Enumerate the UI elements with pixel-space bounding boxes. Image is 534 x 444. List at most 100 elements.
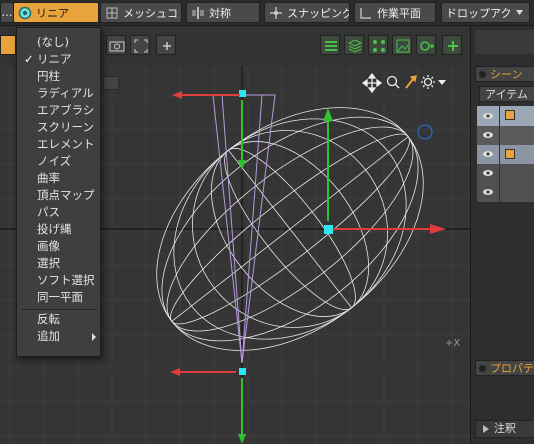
snapping-label: スナッピング <box>287 6 350 20</box>
expand-arrow-icon <box>483 425 489 433</box>
falloff-start-handle <box>239 90 246 97</box>
menu-item-add[interactable]: 追加 <box>17 328 100 345</box>
mesh-icon <box>105 6 119 20</box>
menu-item-label: パス <box>37 205 60 219</box>
view-layer-icon[interactable] <box>103 76 119 90</box>
falloff-icon <box>18 6 32 20</box>
falloff-linear-button[interactable]: リニア <box>13 2 99 23</box>
drop-action-dropdown[interactable]: ドロップアク <box>441 2 530 23</box>
toolbar-overflow-button[interactable]: … <box>0 2 14 23</box>
move-view-icon <box>361 72 383 94</box>
add-icon[interactable] <box>156 35 176 55</box>
list-icon[interactable] <box>320 35 340 55</box>
submenu-arrow-icon <box>92 333 96 341</box>
mesh-item-icon <box>505 149 515 159</box>
selection-mode-button[interactable] <box>0 35 16 55</box>
frame-icon[interactable] <box>130 35 150 55</box>
menu-item-airbrush[interactable]: エアブラシ <box>17 102 100 119</box>
mesh-label: メッシュコ <box>123 6 178 20</box>
symmetry-button[interactable]: 対称 <box>186 2 260 23</box>
menu-item-label: 同一平面 <box>37 290 83 304</box>
menu-item-linear[interactable]: ✓ リニア <box>17 51 100 68</box>
menu-item-coplanar[interactable]: 同一平面 <box>17 289 100 306</box>
add-layout-icon[interactable] <box>442 35 462 55</box>
menu-item-label: エレメント <box>37 137 95 151</box>
tab-properties-label: プロパテ <box>490 362 534 375</box>
layers-icon[interactable] <box>344 35 364 55</box>
menu-item-screen[interactable]: スクリーン <box>17 119 100 136</box>
menu-item-lasso[interactable]: 投げ縄 <box>17 221 100 238</box>
camera-icon[interactable] <box>106 35 126 55</box>
workplane-label: 作業平面 <box>377 6 421 20</box>
center-handle <box>324 225 333 234</box>
falloff-end-handle <box>239 368 246 375</box>
menu-item-selection[interactable]: 選択 <box>17 255 100 272</box>
axis-x-label: +X <box>445 338 460 349</box>
menu-item-label: ラディアル <box>37 86 94 100</box>
tab-scene-label: シーン <box>490 68 523 81</box>
snapping-button[interactable]: スナッピング <box>264 2 350 23</box>
workplane-icon <box>359 6 373 20</box>
menu-item-label: (なし) <box>37 35 69 49</box>
zoom-view-icon <box>386 75 400 89</box>
mesh-constraint-button[interactable]: メッシュコ <box>100 2 182 23</box>
gear-icon <box>421 75 435 89</box>
image-icon[interactable] <box>392 35 412 55</box>
menu-item-radial[interactable]: ラディアル <box>17 85 100 102</box>
column-divider <box>499 106 500 202</box>
tab-items-label: アイテム <box>485 88 528 101</box>
menu-item-label: エアブラシ <box>37 103 95 117</box>
menu-item-label: 反転 <box>37 312 60 326</box>
symmetry-icon <box>191 6 205 20</box>
snapping-icon <box>269 6 283 20</box>
menu-item-label: 投げ縄 <box>37 222 72 236</box>
rotation-gizmo <box>417 124 433 140</box>
tab-properties[interactable]: プロパテ <box>475 360 534 376</box>
menu-item-none[interactable]: (なし) <box>17 34 100 51</box>
menu-item-invert[interactable]: 反転 <box>17 311 100 328</box>
viewport-nav-icons <box>361 72 446 94</box>
item-list <box>477 106 534 202</box>
drop-action-label: ドロップアク <box>446 6 512 20</box>
tab-scene[interactable]: シーン <box>475 66 534 82</box>
menu-item-label: リニア <box>37 52 72 66</box>
menu-item-label: 頂点マップ <box>37 188 95 202</box>
menu-item-label: ソフト選択 <box>37 273 95 287</box>
chevron-down-icon <box>438 80 446 85</box>
notes-label: 注釈 <box>494 422 516 435</box>
menu-item-label: 画像 <box>37 239 60 253</box>
wireframe-ellipsoid <box>156 107 424 351</box>
menu-item-label: 追加 <box>37 329 60 343</box>
rotate-view-icon <box>405 75 417 89</box>
symmetry-label: 対称 <box>209 6 231 20</box>
chevron-down-icon <box>515 8 524 17</box>
visibility-eye-icons[interactable] <box>481 110 495 200</box>
panel-spacer <box>475 30 534 54</box>
overflow-dots: … <box>1 6 13 19</box>
top-toolbar: … リニア メッシュコ 対称 スナッピング 作業平面 ドロップアク <box>0 0 534 26</box>
right-panel: シーン アイテム プロパテ 注釈 <box>470 26 534 444</box>
falloff-linear-label: リニア <box>36 6 69 20</box>
menu-item-cylinder[interactable]: 円柱 <box>17 68 100 85</box>
notes-section[interactable]: 注釈 <box>475 420 534 438</box>
menu-item-label: ノイズ <box>37 154 72 168</box>
axis-arrows <box>170 91 446 444</box>
menu-item-label: 曲率 <box>37 171 60 185</box>
menu-item-vertex-map[interactable]: 頂点マップ <box>17 187 100 204</box>
vertex-icon[interactable] <box>368 35 388 55</box>
toggle-icon[interactable] <box>416 35 436 55</box>
mesh-item-icon <box>505 110 515 120</box>
menu-item-soft-selection[interactable]: ソフト選択 <box>17 272 100 289</box>
menu-item-noise[interactable]: ノイズ <box>17 153 100 170</box>
tab-items[interactable]: アイテム <box>479 86 534 102</box>
menu-item-image[interactable]: 画像 <box>17 238 100 255</box>
workplane-button[interactable]: 作業平面 <box>354 2 436 23</box>
menu-item-label: スクリーン <box>37 120 94 134</box>
menu-item-label: 円柱 <box>37 69 60 83</box>
menu-item-element[interactable]: エレメント <box>17 136 100 153</box>
check-icon: ✓ <box>24 52 34 66</box>
menu-item-label: 選択 <box>37 256 60 270</box>
menu-separator <box>21 309 97 310</box>
menu-item-path[interactable]: パス <box>17 204 100 221</box>
menu-item-curvature[interactable]: 曲率 <box>17 170 100 187</box>
